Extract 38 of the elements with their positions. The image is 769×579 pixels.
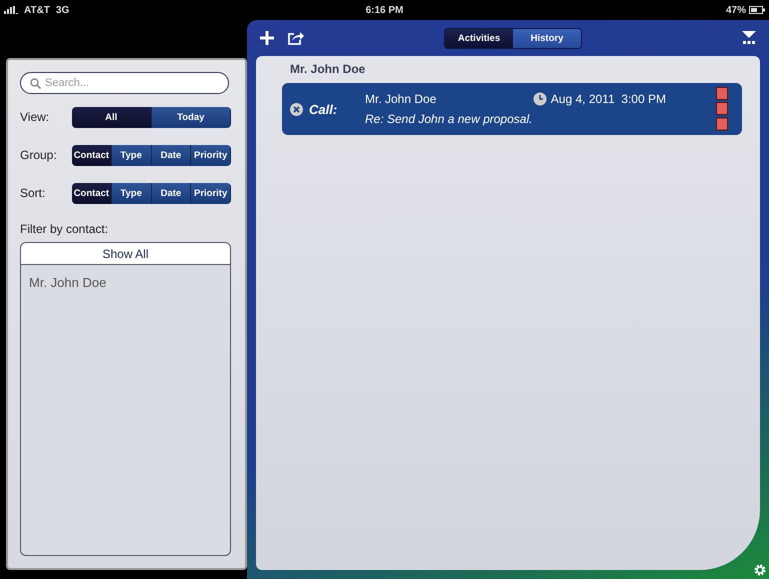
- toolbar-tab[interactable]: History: [513, 28, 581, 48]
- group-header: Mr. John Doe: [290, 62, 366, 76]
- segment-option[interactable]: Type: [112, 144, 152, 166]
- battery-percent: 47%: [726, 4, 746, 16]
- toolbar-tab[interactable]: Activities: [445, 28, 513, 48]
- filter-icon[interactable]: [742, 31, 756, 45]
- search-field[interactable]: Search...: [20, 72, 229, 94]
- control-label: Group:: [20, 148, 58, 162]
- activity-datetime: Aug 4, 2011 3:00 PM: [550, 92, 666, 106]
- network-type: 3G: [56, 4, 70, 16]
- control-label: Sort:: [20, 186, 46, 200]
- signal-icon: [4, 6, 18, 14]
- control-label: View:: [20, 110, 50, 124]
- segment-option[interactable]: Contact: [72, 144, 112, 166]
- carrier-name: AT&T: [24, 4, 50, 16]
- segment-option[interactable]: Type: [112, 182, 152, 204]
- add-icon[interactable]: [260, 31, 274, 45]
- contact-item[interactable]: Mr. John Doe: [21, 265, 230, 292]
- segment-option[interactable]: Today: [152, 106, 231, 128]
- delete-icon[interactable]: [290, 102, 303, 116]
- battery-icon: [749, 6, 765, 14]
- segment-option[interactable]: Date: [152, 182, 192, 204]
- activity-contact: Mr. John Doe: [365, 92, 436, 106]
- share-icon[interactable]: [288, 31, 304, 45]
- settings-icon[interactable]: [754, 564, 766, 576]
- activity-type: Call:: [309, 102, 338, 116]
- segment-option[interactable]: Contact: [72, 182, 112, 204]
- status-time: 6:16 PM: [366, 4, 404, 16]
- segment-option[interactable]: Date: [152, 144, 192, 166]
- segment-option[interactable]: Priority: [191, 144, 231, 166]
- priority-icon: [716, 87, 728, 131]
- segment-option[interactable]: Priority: [191, 182, 231, 204]
- activity-subject: Re: Send John a new proposal.: [365, 112, 534, 126]
- segment-option[interactable]: All: [72, 106, 152, 128]
- clock-icon: [532, 92, 547, 106]
- filter-label: Filter by contact:: [20, 222, 110, 236]
- show-all-button[interactable]: Show All: [21, 243, 230, 265]
- activity-card[interactable]: Call: Mr. John Doe Aug 4, 2011 3:00 PM Re: Send John a new proposal.: [282, 83, 742, 135]
